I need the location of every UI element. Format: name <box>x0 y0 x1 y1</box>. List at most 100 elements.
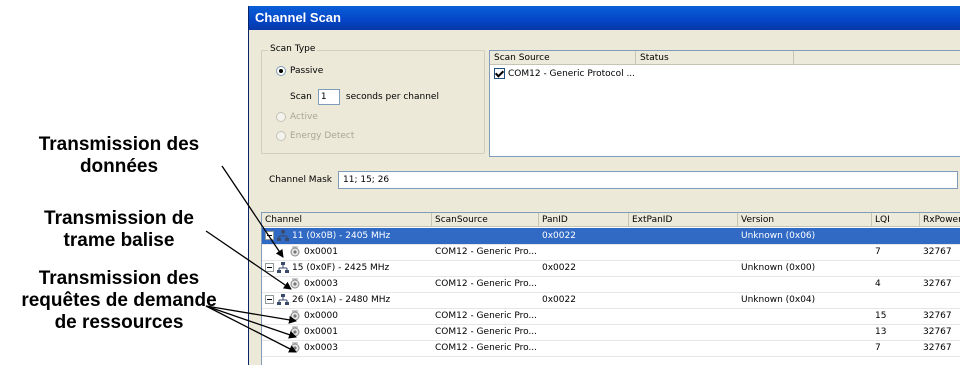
channel-mask-label: Channel Mask <box>269 175 332 185</box>
collapse-toggle-icon[interactable] <box>265 295 274 304</box>
scan-source-name: COM12 - Generic Protocol ... <box>508 68 636 79</box>
cell-extpanid <box>629 340 738 356</box>
cell-lqi: 13 <box>875 327 887 337</box>
device-icon <box>289 326 301 337</box>
annotation-line: Transmission de <box>44 208 194 229</box>
cell-rxpower: 32767 <box>923 279 952 289</box>
network-icon <box>277 262 289 273</box>
cell-channel: 0x0000 <box>262 308 432 324</box>
column-header-extpanid[interactable]: ExtPanID <box>629 213 738 227</box>
device-row[interactable]: 0x0003 COM12 - Generic Pro... 4 32767 <box>262 276 960 293</box>
cell-lqi: 15 <box>875 311 887 321</box>
cell-extpanid <box>629 276 738 292</box>
channel-text: 0x0003 <box>304 279 338 289</box>
column-header-scansource[interactable]: ScanSource <box>432 213 539 227</box>
cell-lqi <box>872 292 920 308</box>
cell-lqi: 7 <box>875 247 881 257</box>
cell-panid <box>539 340 629 356</box>
cell-lqi: 4 <box>875 279 881 289</box>
radio-button-icon[interactable] <box>276 66 286 76</box>
device-row[interactable]: 0x0001 COM12 - Generic Pro... 7 32767 <box>262 244 960 261</box>
scan-seconds-input[interactable]: 1 <box>317 89 340 105</box>
cell-source: COM12 - Generic Pro... <box>435 311 538 321</box>
channel-scan-window: Channel Scan Scan Type Passive Scan 1 se… <box>248 6 960 365</box>
column-header-channel[interactable]: Channel <box>262 213 432 227</box>
scan-unit-label: seconds per channel <box>345 92 439 102</box>
radio-button-icon[interactable] <box>276 112 286 122</box>
cell-rxpower: 32767 <box>923 247 952 257</box>
device-icon <box>289 246 301 257</box>
channel-row[interactable]: 15 (0x0F) - 2425 MHz 0x0022 Unknown (0x00) <box>262 260 960 277</box>
cell-extpanid <box>629 292 738 308</box>
device-icon <box>289 278 301 289</box>
cell-rxpower <box>920 260 960 276</box>
cell-version <box>738 308 872 324</box>
device-row[interactable]: 0x0003 COM12 - Generic Pro... 7 32767 <box>262 340 960 357</box>
cell-panid: 0x0022 <box>542 263 576 273</box>
cell-source: COM12 - Generic Pro... <box>435 327 538 337</box>
channel-mask-row: Channel Mask 11; 15; 26 <box>269 171 958 189</box>
network-icon <box>277 230 289 241</box>
collapse-toggle-icon[interactable] <box>265 263 274 272</box>
column-header-lqi[interactable]: LQI <box>872 213 920 227</box>
annotation-beacon-transmission: Transmission de trame balise <box>0 208 238 252</box>
radio-energy-detect[interactable]: Energy Detect <box>276 131 354 141</box>
grid-header: Channel ScanSource PanID ExtPanID Versio… <box>262 213 960 227</box>
cell-rxpower: 32767 <box>923 327 952 337</box>
cell-channel: 0x0003 <box>262 276 432 292</box>
scan-type-group: Scan Type Passive Scan 1 seconds per cha… <box>261 44 485 154</box>
cell-extpanid <box>629 244 738 260</box>
device-row[interactable]: 0x0001 COM12 - Generic Pro... 13 32767 <box>262 324 960 341</box>
list-item[interactable]: COM12 - Generic Protocol ... <box>494 68 635 79</box>
column-header-version[interactable]: Version <box>738 213 872 227</box>
column-header-rxpower[interactable]: RxPower <box>920 213 960 227</box>
scan-results-grid[interactable]: Channel ScanSource PanID ExtPanID Versio… <box>261 212 960 365</box>
scan-source-list[interactable]: Scan Source Status COM12 - Generic Proto… <box>489 50 960 157</box>
cell-source: COM12 - Generic Pro... <box>435 279 538 289</box>
collapse-toggle-icon[interactable] <box>265 231 274 240</box>
channel-row[interactable]: 11 (0x0B) - 2405 MHz 0x0022 Unknown (0x06) <box>262 228 960 245</box>
cell-source <box>432 260 539 276</box>
annotation-line: données <box>79 156 159 177</box>
cell-source <box>432 228 539 244</box>
channel-text: 0x0001 <box>304 247 338 257</box>
cell-source: COM12 - Generic Pro... <box>435 247 538 257</box>
annotation-line: Transmission des <box>38 268 200 289</box>
cell-panid <box>539 324 629 340</box>
cell-channel: 15 (0x0F) - 2425 MHz <box>262 260 432 276</box>
radio-label: Passive <box>290 66 324 76</box>
column-header-status[interactable]: Status <box>636 51 794 65</box>
annotation-line: de ressources <box>54 312 184 333</box>
cell-version: Unknown (0x06) <box>738 228 872 244</box>
scan-duration-row: Scan 1 seconds per channel <box>290 89 439 105</box>
radio-passive[interactable]: Passive <box>276 66 323 76</box>
cell-version <box>738 340 872 356</box>
annotation-resource-request: Transmission des requêtes de demande de … <box>0 268 238 334</box>
radio-label: Energy Detect <box>290 131 355 141</box>
cell-extpanid <box>629 324 738 340</box>
channel-mask-input[interactable]: 11; 15; 26 <box>338 171 958 189</box>
radio-active[interactable]: Active <box>276 112 318 122</box>
cell-lqi: 7 <box>875 343 881 353</box>
cell-channel: 0x0001 <box>262 244 432 260</box>
cell-lqi <box>872 260 920 276</box>
checkbox-icon[interactable] <box>494 68 505 79</box>
cell-channel: 11 (0x0B) - 2405 MHz <box>262 228 432 244</box>
cell-panid: 0x0022 <box>539 228 629 244</box>
column-header-panid[interactable]: PanID <box>539 213 629 227</box>
scan-type-legend: Scan Type <box>268 44 318 54</box>
channel-row[interactable]: 26 (0x1A) - 2480 MHz 0x0022 Unknown (0x04) <box>262 292 960 309</box>
cell-source: COM12 - Generic Pro... <box>435 343 538 353</box>
cell-panid <box>539 244 629 260</box>
cell-extpanid <box>629 308 738 324</box>
cell-panid <box>539 308 629 324</box>
device-icon <box>289 342 301 353</box>
column-header-scan-source[interactable]: Scan Source <box>490 51 636 65</box>
cell-channel: 0x0003 <box>262 340 432 356</box>
annotation-line: Transmission des <box>38 134 200 155</box>
device-row[interactable]: 0x0000 COM12 - Generic Pro... 15 32767 <box>262 308 960 325</box>
column-header-blank <box>794 51 960 65</box>
cell-version: Unknown (0x00) <box>741 263 816 273</box>
radio-button-icon[interactable] <box>276 131 286 141</box>
channel-text: 15 (0x0F) - 2425 MHz <box>292 263 390 273</box>
